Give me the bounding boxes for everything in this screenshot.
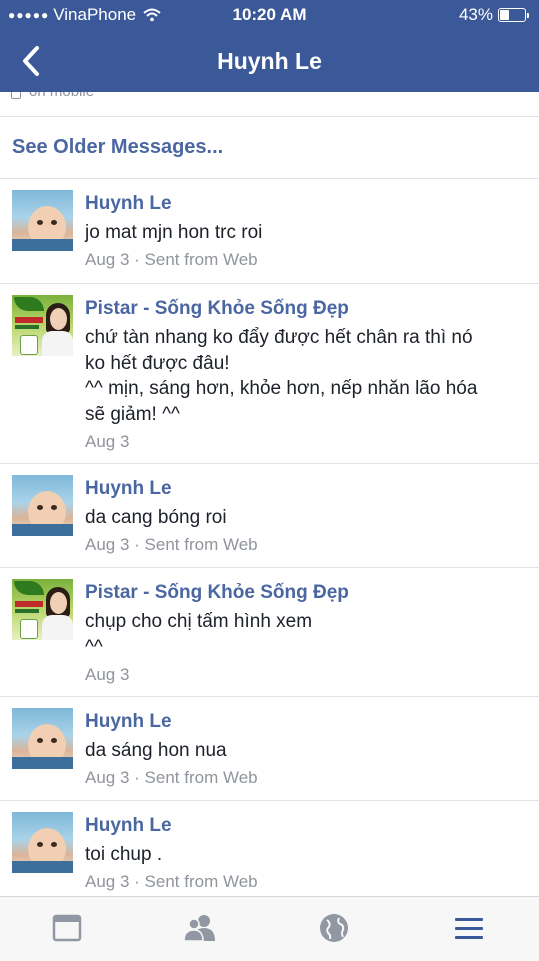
message-line: da sáng hon nua bbox=[85, 740, 227, 761]
avatar-logo-text-2 bbox=[15, 325, 39, 329]
avatar-face bbox=[50, 592, 67, 614]
previous-message-footer: on mobile bbox=[0, 92, 539, 117]
news-feed-icon bbox=[52, 914, 82, 942]
battery-level bbox=[500, 10, 509, 20]
sender-name[interactable]: Pistar - Sống Khỏe Sống Đẹp bbox=[85, 582, 349, 604]
message-meta: Aug 3 · Sent from Web bbox=[85, 768, 258, 787]
partial-meta-text: on mobile bbox=[29, 92, 94, 100]
header-bar: ●●●●● VinaPhone 10:20 AM 43% Huynh Le bbox=[0, 0, 539, 92]
avatar-leaf bbox=[14, 581, 44, 595]
avatar-shirt bbox=[12, 239, 73, 251]
avatar-logo-text-2 bbox=[15, 609, 39, 613]
avatar[interactable] bbox=[12, 579, 73, 640]
avatar-leaf bbox=[14, 297, 44, 311]
message-meta: Aug 3 · Sent from Web bbox=[85, 872, 258, 891]
avatar-body bbox=[42, 331, 73, 356]
battery-tip bbox=[527, 12, 529, 18]
message-line: chụp cho chị tấm hình xem bbox=[85, 611, 313, 632]
avatar-shirt bbox=[12, 524, 73, 536]
message-meta: Aug 3 bbox=[85, 665, 130, 684]
menu-icon bbox=[455, 918, 483, 939]
message-text: toi chup . bbox=[85, 842, 525, 868]
message-line: ko hết được đâu! bbox=[85, 352, 230, 374]
avatar-product-jar bbox=[20, 619, 38, 639]
conversation-title: Huynh Le bbox=[217, 48, 322, 74]
avatar-logo-text bbox=[15, 601, 43, 607]
message-line: toi chup . bbox=[85, 844, 163, 865]
tab-menu[interactable] bbox=[452, 911, 486, 945]
message-line: ^^ bbox=[85, 636, 103, 658]
friends-icon bbox=[183, 915, 215, 942]
tab-friends[interactable] bbox=[183, 911, 217, 945]
avatar-shirt bbox=[12, 861, 73, 873]
message-meta: Aug 3 · Sent from Web bbox=[85, 250, 258, 269]
message-item[interactable]: Huynh Le toi chup . Aug 3 · Sent from We… bbox=[0, 801, 539, 896]
avatar-body bbox=[42, 615, 73, 640]
message-item[interactable]: Pistar - Sống Khỏe Sống Đẹp chứ tàn nhan… bbox=[0, 284, 539, 464]
message-line: ^^ mịn, sáng hơn, khỏe hơn, nếp nhăn lão… bbox=[85, 378, 478, 399]
avatar-product-jar bbox=[20, 335, 38, 355]
sender-name[interactable]: Pistar - Sống Khỏe Sống Đẹp bbox=[85, 298, 349, 320]
status-bar: ●●●●● VinaPhone 10:20 AM 43% bbox=[0, 0, 539, 30]
status-right: 43% bbox=[459, 5, 529, 25]
sender-name[interactable]: Huynh Le bbox=[85, 815, 172, 837]
partial-meta: on mobile bbox=[11, 92, 94, 100]
tab-news-feed[interactable] bbox=[50, 911, 84, 945]
avatar[interactable] bbox=[12, 295, 73, 356]
message-item[interactable]: Huynh Le da sáng hon nua Aug 3 · Sent fr… bbox=[0, 697, 539, 801]
sender-name[interactable]: Huynh Le bbox=[85, 478, 172, 500]
message-line: da cang bóng roi bbox=[85, 507, 227, 528]
message-text: da sáng hon nua bbox=[85, 738, 525, 764]
tab-notifications[interactable] bbox=[317, 911, 351, 945]
tab-bar bbox=[0, 896, 539, 961]
message-line: jo mat mjn hon trc roi bbox=[85, 222, 263, 243]
message-item[interactable]: Huynh Le da cang bóng roi Aug 3 · Sent f… bbox=[0, 464, 539, 568]
globe-icon bbox=[320, 914, 348, 942]
message-text: da cang bóng roi bbox=[85, 505, 525, 531]
see-older-messages-link[interactable]: See Older Messages... bbox=[12, 136, 223, 159]
message-meta: Aug 3 bbox=[85, 432, 130, 451]
avatar[interactable] bbox=[12, 475, 73, 536]
sender-name[interactable]: Huynh Le bbox=[85, 711, 172, 733]
see-older-messages-row: See Older Messages... bbox=[0, 116, 539, 179]
message-text: jo mat mjn hon trc roi bbox=[85, 220, 525, 246]
message-text: chụp cho chị tấm hình xem ^^ bbox=[85, 609, 525, 660]
avatar-face bbox=[50, 308, 67, 330]
message-item[interactable]: Pistar - Sống Khỏe Sống Đẹp chụp cho chị… bbox=[0, 568, 539, 697]
avatar[interactable] bbox=[12, 190, 73, 251]
battery-icon bbox=[498, 8, 526, 22]
avatar-shirt bbox=[12, 757, 73, 769]
avatar[interactable] bbox=[12, 812, 73, 873]
message-meta: Aug 3 · Sent from Web bbox=[85, 535, 258, 554]
avatar-logo-text bbox=[15, 317, 43, 323]
message-line: chứ tàn nhang ko đẩy được hết chân ra th… bbox=[85, 327, 473, 348]
message-item[interactable]: Huynh Le jo mat mjn hon trc roi Aug 3 · … bbox=[0, 179, 539, 284]
avatar[interactable] bbox=[12, 708, 73, 769]
phone-icon bbox=[11, 92, 21, 99]
sender-name[interactable]: Huynh Le bbox=[85, 193, 172, 215]
message-text: chứ tàn nhang ko đẩy được hết chân ra th… bbox=[85, 325, 525, 427]
battery-percent: 43% bbox=[458, 5, 493, 24]
message-line: sẽ giảm! ^^ bbox=[85, 403, 180, 425]
